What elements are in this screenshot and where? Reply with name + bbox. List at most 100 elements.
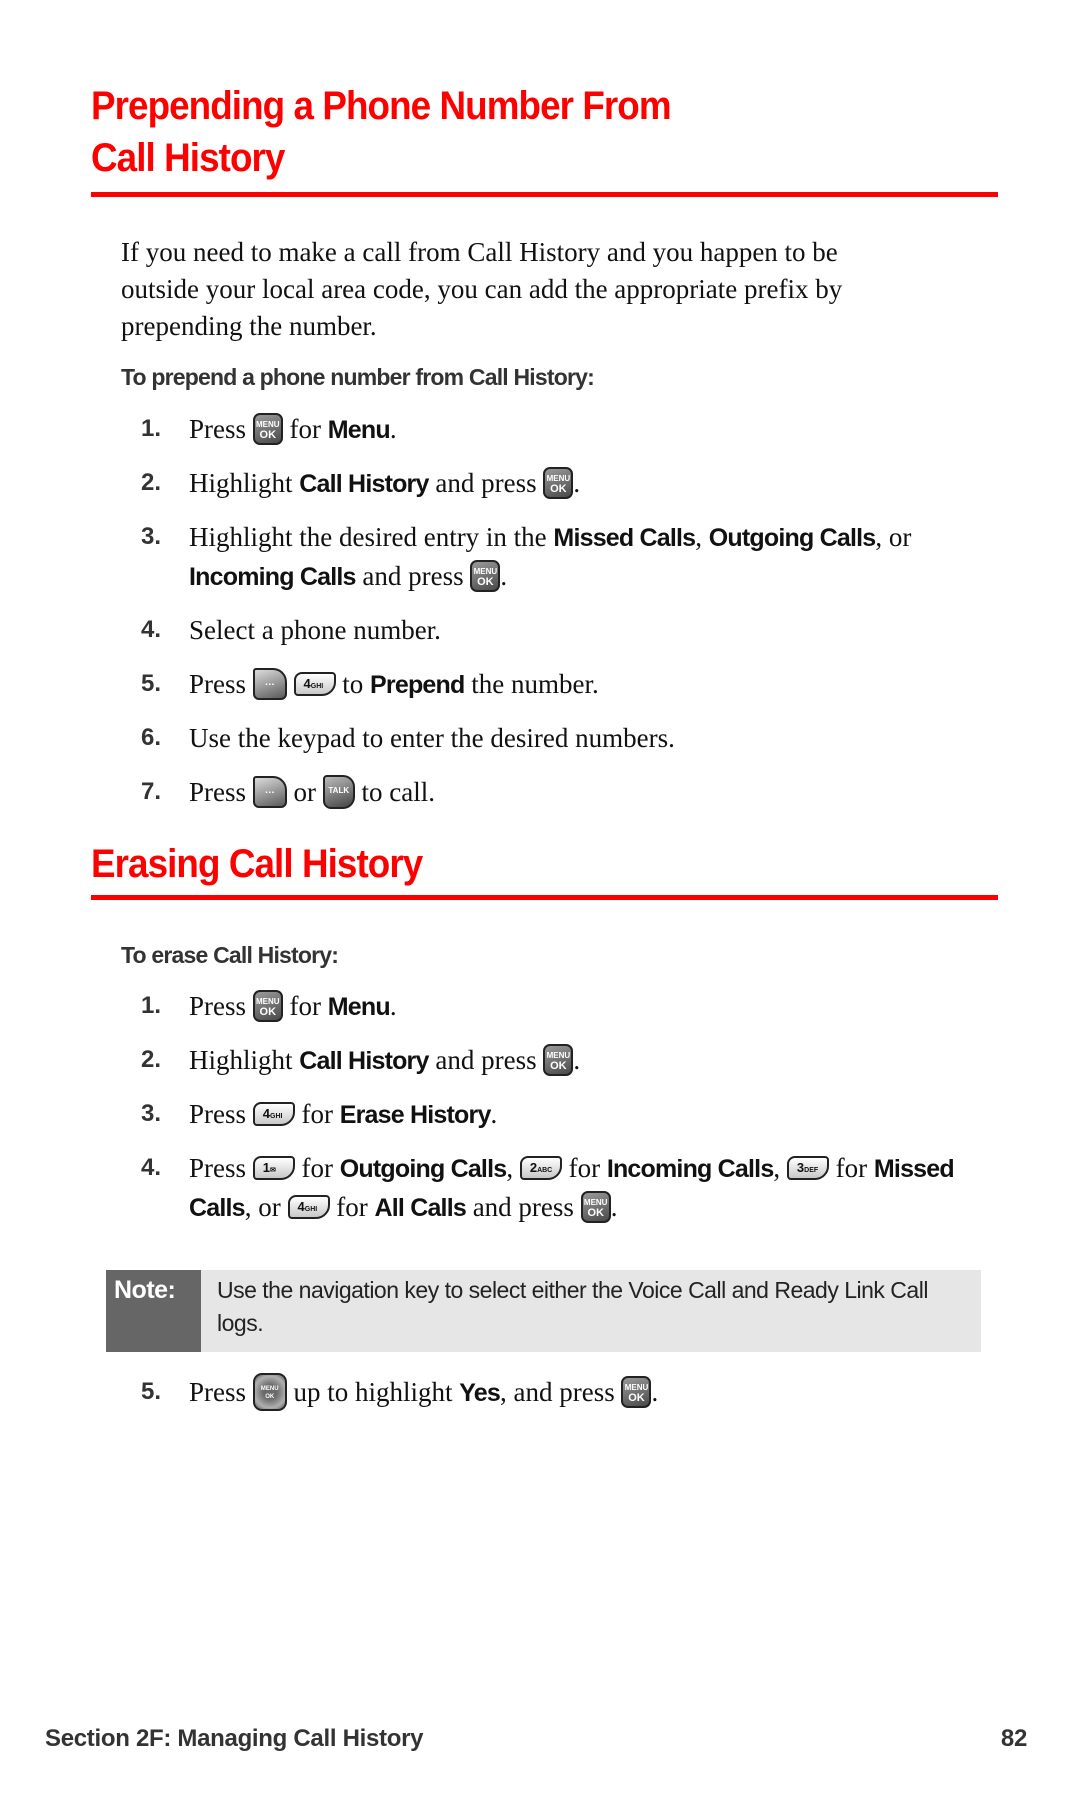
step-number: 2. [141, 1046, 162, 1073]
step-7: 7. Press … or TALK to call. [141, 773, 1011, 812]
menu-ok-key-icon: MENU OK [470, 559, 501, 592]
procedure-subhead: To prepend a phone number from Call Hist… [121, 364, 595, 390]
erase-step-1: 1. Press MENU OK for Menu. [141, 987, 1011, 1026]
step-text: and press [362, 561, 464, 591]
step-text: Highlight [189, 1045, 293, 1075]
step-text: . [610, 1192, 618, 1222]
step-text: . [573, 1045, 581, 1075]
intro-line: If you need to make a call from Call His… [121, 237, 838, 267]
talk-key-icon: TALK [322, 774, 355, 809]
menu-term: Incoming Calls [606, 1155, 774, 1183]
title-line-2: Call History [91, 136, 285, 180]
erase-step-5: 5. Press MENU OK up to highlight Yes, and… [141, 1372, 1011, 1414]
menu-term: Call History [299, 470, 429, 498]
step-text: Press [189, 1099, 247, 1129]
navigation-key-icon: MENU OK [252, 1372, 287, 1411]
step-text: for [336, 1192, 368, 1222]
step-1: 1. Press MENU OK for Menu. [141, 410, 1011, 449]
menu-ok-key-icon: MENU OK [580, 1190, 611, 1223]
step-text: , or [244, 1192, 281, 1222]
step-text: . [500, 561, 508, 591]
step-number: 1. [141, 992, 162, 1019]
intro-paragraph: If you need to make a call from Call His… [121, 234, 1001, 345]
intro-line: outside your local area code, you can ad… [121, 274, 843, 304]
erase-step-3: 3. Press 4GHI for Erase History. [141, 1095, 1011, 1134]
menu-term: Outgoing Calls [708, 524, 876, 552]
step-number: 5. [141, 670, 162, 697]
step-text: , [773, 1153, 781, 1183]
menu-ok-key-icon: MENU OK [543, 466, 574, 499]
step-number: 4. [141, 1154, 162, 1181]
step-text: Use the keypad to enter the desired numb… [189, 723, 675, 753]
key-3-icon: 3DEF [786, 1155, 829, 1180]
step-text: the number. [471, 669, 599, 699]
step-number: 7. [141, 778, 162, 805]
step-text: Highlight the desired entry in the [189, 522, 547, 552]
menu-term: Erase History [339, 1101, 492, 1129]
step-text: . [389, 414, 397, 444]
step-text: , [506, 1153, 514, 1183]
step-text: or [293, 777, 317, 807]
step-number: 3. [141, 523, 162, 550]
menu-term: Yes [459, 1379, 500, 1407]
note-text: Use the navigation key to select either … [217, 1277, 928, 1336]
menu-term: Prepend [370, 671, 465, 699]
menu-ok-key-icon: MENU OK [621, 1375, 652, 1408]
menu-term: All Calls [374, 1194, 467, 1222]
menu-ok-key-icon: MENU OK [252, 412, 283, 445]
left-softkey-icon: … [252, 775, 287, 808]
step-6: 6. Use the keypad to enter the desired n… [141, 719, 1011, 757]
procedure-subhead: To erase Call History: [121, 942, 339, 968]
page-number: 82 [1000, 1725, 1027, 1752]
key-1-icon: 1✉ [252, 1155, 295, 1180]
key-4-icon: 4GHI [287, 1194, 330, 1219]
step-text: , [875, 522, 883, 552]
step-text: Select a phone number. [189, 615, 441, 645]
step-text: . [490, 1099, 498, 1129]
step-text: for [289, 414, 321, 444]
note-label: Note: [106, 1270, 201, 1352]
step-number: 5. [141, 1378, 162, 1405]
step-text: Press [189, 777, 247, 807]
step-text: for [301, 1153, 333, 1183]
key-4-icon: 4GHI [252, 1101, 295, 1126]
step-text: Press [189, 991, 247, 1021]
step-2: 2. Highlight Call History and press MENU… [141, 464, 1011, 503]
menu-term: Menu [327, 993, 391, 1021]
section-title-prepending: Prepending a Phone Number From Call Hist… [91, 80, 672, 184]
step-text: , and press [499, 1377, 615, 1407]
step-text: and press [435, 468, 537, 498]
step-number: 6. [141, 724, 162, 751]
key-2-icon: 2ABC [519, 1155, 562, 1180]
step-text: to call. [361, 777, 435, 807]
step-text: . [573, 468, 581, 498]
menu-ok-key-icon: MENU OK [543, 1043, 574, 1076]
step-text: for [301, 1099, 333, 1129]
step-number: 3. [141, 1100, 162, 1127]
section-title-erasing: Erasing Call History [91, 842, 423, 886]
erase-step-4: 4. Press 1✉ for Outgoing Calls, 2ABC for… [141, 1149, 1011, 1227]
step-4: 4. Select a phone number. [141, 611, 1011, 649]
step-text: . [389, 991, 397, 1021]
step-text: or [888, 522, 912, 552]
step-number: 4. [141, 616, 162, 643]
step-text: Highlight [189, 468, 293, 498]
step-3: 3. Highlight the desired entry in the Mi… [141, 518, 1011, 596]
menu-term: Call History [299, 1047, 429, 1075]
step-text: Press [189, 414, 247, 444]
key-4-icon: 4GHI [293, 671, 336, 696]
step-number: 2. [141, 469, 162, 496]
step-text: and press [472, 1192, 574, 1222]
title-line-1: Prepending a Phone Number From [91, 84, 672, 128]
step-text: . [651, 1377, 659, 1407]
menu-term: Missed Calls [553, 524, 696, 552]
menu-term: Menu [327, 416, 391, 444]
note-box: Note: Use the navigation key to select e… [106, 1270, 981, 1352]
step-text: up to highlight [293, 1377, 453, 1407]
step-number: 1. [141, 415, 162, 442]
heading-rule [91, 895, 998, 900]
step-text: Press [189, 1377, 247, 1407]
step-text: Press [189, 1153, 247, 1183]
step-text: Press [189, 669, 247, 699]
step-text: and press [435, 1045, 537, 1075]
